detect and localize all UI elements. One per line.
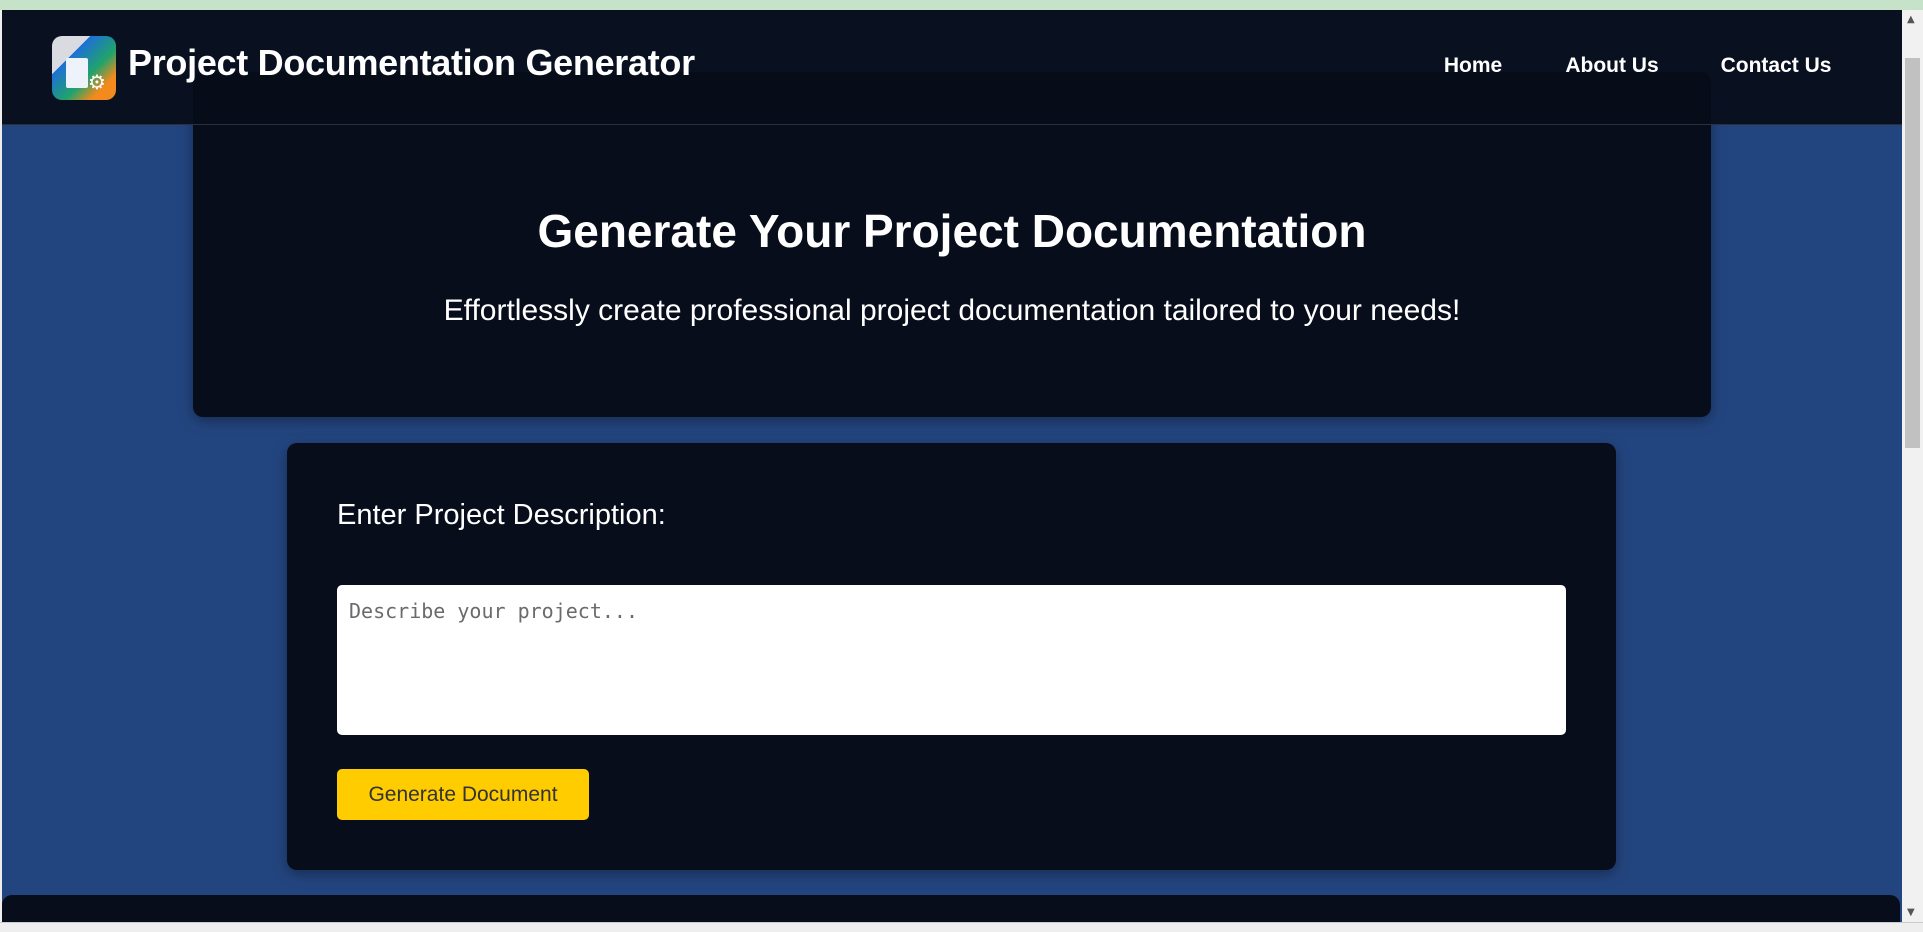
nav-about-us[interactable]: About Us — [1565, 54, 1658, 78]
gear-icon: ⚙ — [88, 70, 106, 94]
scrollbar-thumb[interactable] — [1905, 58, 1920, 448]
hero-subtitle: Effortlessly create professional project… — [443, 294, 1461, 327]
scroll-up-icon[interactable]: ▲ — [1907, 14, 1915, 25]
browser-bottom-bar — [0, 922, 1923, 932]
hero-title: Generate Your Project Documentation — [537, 205, 1367, 257]
scrollbar[interactable]: ▲ ▼ — [1902, 10, 1923, 922]
generate-document-button[interactable]: Generate Document — [337, 769, 589, 820]
browser-top-strip — [0, 0, 1923, 10]
site-title[interactable]: Project Documentation Generator — [128, 42, 695, 84]
site-header: ⚙ Project Documentation Generator Home A… — [2, 10, 1902, 125]
nav-home[interactable]: Home — [1444, 54, 1502, 78]
page: ⚙ Project Documentation Generator Home A… — [2, 10, 1902, 922]
scroll-down-icon[interactable]: ▼ — [1907, 907, 1915, 918]
description-form: Enter Project Description: Generate Docu… — [287, 443, 1616, 870]
nav-contact-us[interactable]: Contact Us — [1721, 54, 1832, 78]
description-label: Enter Project Description: — [337, 499, 666, 531]
project-description-input[interactable] — [337, 585, 1566, 735]
output-card — [2, 895, 1900, 922]
logo-icon[interactable]: ⚙ — [52, 36, 116, 100]
